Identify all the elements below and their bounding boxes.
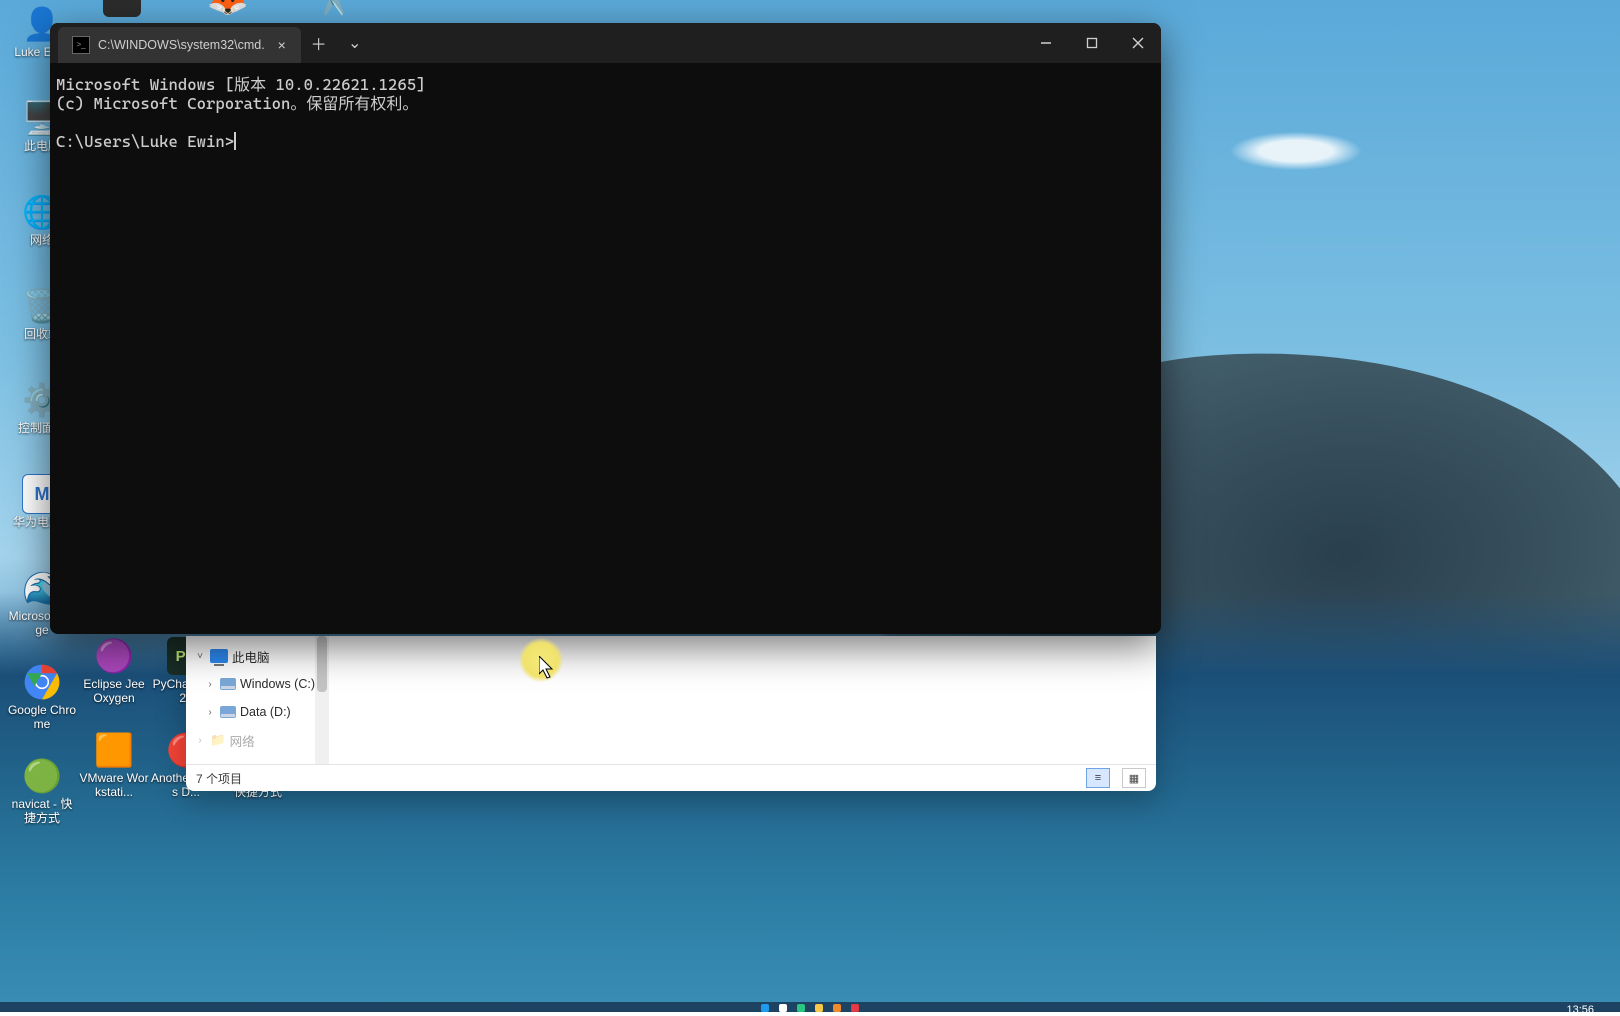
taskbar-icon[interactable] <box>761 1004 769 1012</box>
desktop-icons-column-2: 🟣Eclipse Jee Oxygen 🟧VMware Workstati... <box>78 636 150 824</box>
tab-title: C:\WINDOWS\system32\cmd. <box>98 38 265 52</box>
chevron-down-icon[interactable]: ˅ <box>194 650 206 662</box>
terminal-line: Microsoft Windows [版本 10.0.22621.1265] <box>56 75 426 94</box>
terminal-output[interactable]: Microsoft Windows [版本 10.0.22621.1265] (… <box>50 63 1161 159</box>
taskbar-icon[interactable] <box>815 1004 823 1012</box>
taskbar-icon[interactable] <box>851 1004 859 1012</box>
terminal-prompt: C:\Users\Luke Ewin> <box>56 132 234 151</box>
terminal-line: (c) Microsoft Corporation。保留所有权利。 <box>56 94 418 113</box>
tree-item-network[interactable]: › 📁 网络 <box>186 726 328 754</box>
chevron-right-icon[interactable]: › <box>204 678 216 690</box>
tree-label: 网络 <box>230 731 255 750</box>
drive-icon <box>220 706 236 718</box>
taskbar-clock[interactable]: 13:56 <box>1566 1004 1594 1016</box>
explorer-status-bar: 7 个项目 ≡ ▦ <box>186 764 1156 791</box>
desktop-icon-chrome[interactable]: Google Chrome <box>6 662 78 756</box>
desktop-icon-label: VMware Workstati... <box>78 772 150 800</box>
view-details-button[interactable]: ≡ <box>1086 768 1110 788</box>
terminal-titlebar[interactable]: C:\WINDOWS\system32\cmd. × ＋ ⌄ <box>50 23 1161 63</box>
view-icons-button[interactable]: ▦ <box>1122 768 1146 788</box>
drive-icon <box>220 678 236 690</box>
file-explorer-window[interactable]: ˅ 此电脑 › Windows (C:) › Data (D:) › 📁 网络 <box>186 636 1156 791</box>
desktop-icon-label: navicat - 快捷方式 <box>6 798 78 826</box>
chevron-right-icon[interactable]: › <box>204 706 216 718</box>
desktop-icon-navicat[interactable]: 🟢navicat - 快捷方式 <box>6 756 78 850</box>
terminal-tab[interactable]: C:\WINDOWS\system32\cmd. × <box>58 27 301 63</box>
tree-label: Windows (C:) <box>240 677 315 691</box>
terminal-cursor <box>234 132 236 150</box>
taskbar[interactable]: 13:56 <box>0 1002 1620 1012</box>
desktop-icon-label: Google Chrome <box>6 704 78 732</box>
explorer-tree[interactable]: ˅ 此电脑 › Windows (C:) › Data (D:) › 📁 网络 <box>186 636 329 764</box>
taskbar-icon[interactable] <box>833 1004 841 1012</box>
taskbar-icon[interactable] <box>797 1004 805 1012</box>
pc-icon <box>210 649 228 663</box>
new-tab-button[interactable]: ＋ <box>301 23 337 63</box>
close-button[interactable] <box>1115 23 1161 63</box>
minimize-button[interactable] <box>1023 23 1069 63</box>
desktop-icon-label: Eclipse Jee Oxygen <box>78 678 150 706</box>
maximize-button[interactable] <box>1069 23 1115 63</box>
explorer-tree-scrollbar[interactable] <box>315 636 329 764</box>
terminal-window[interactable]: C:\WINDOWS\system32\cmd. × ＋ ⌄ Microsoft… <box>50 23 1161 634</box>
desktop-icon-eclipse[interactable]: 🟣Eclipse Jee Oxygen <box>78 636 150 730</box>
tab-dropdown-button[interactable]: ⌄ <box>337 23 373 63</box>
status-item-count: 7 个项目 <box>196 770 242 787</box>
cmd-icon <box>72 36 90 54</box>
tree-label: 此电脑 <box>232 647 270 666</box>
taskbar-icon[interactable] <box>779 1004 787 1012</box>
chevron-right-icon[interactable]: › <box>194 734 206 746</box>
tree-item-this-pc[interactable]: ˅ 此电脑 <box>186 642 328 670</box>
explorer-content-area[interactable] <box>329 636 1156 764</box>
tree-item-drive-d[interactable]: › Data (D:) <box>186 698 328 726</box>
folder-icon: 📁 <box>210 733 226 748</box>
tree-item-drive-c[interactable]: › Windows (C:) <box>186 670 328 698</box>
tree-label: Data (D:) <box>240 705 291 719</box>
tab-close-button[interactable]: × <box>273 36 291 54</box>
desktop-icon-vmware[interactable]: 🟧VMware Workstati... <box>78 730 150 824</box>
